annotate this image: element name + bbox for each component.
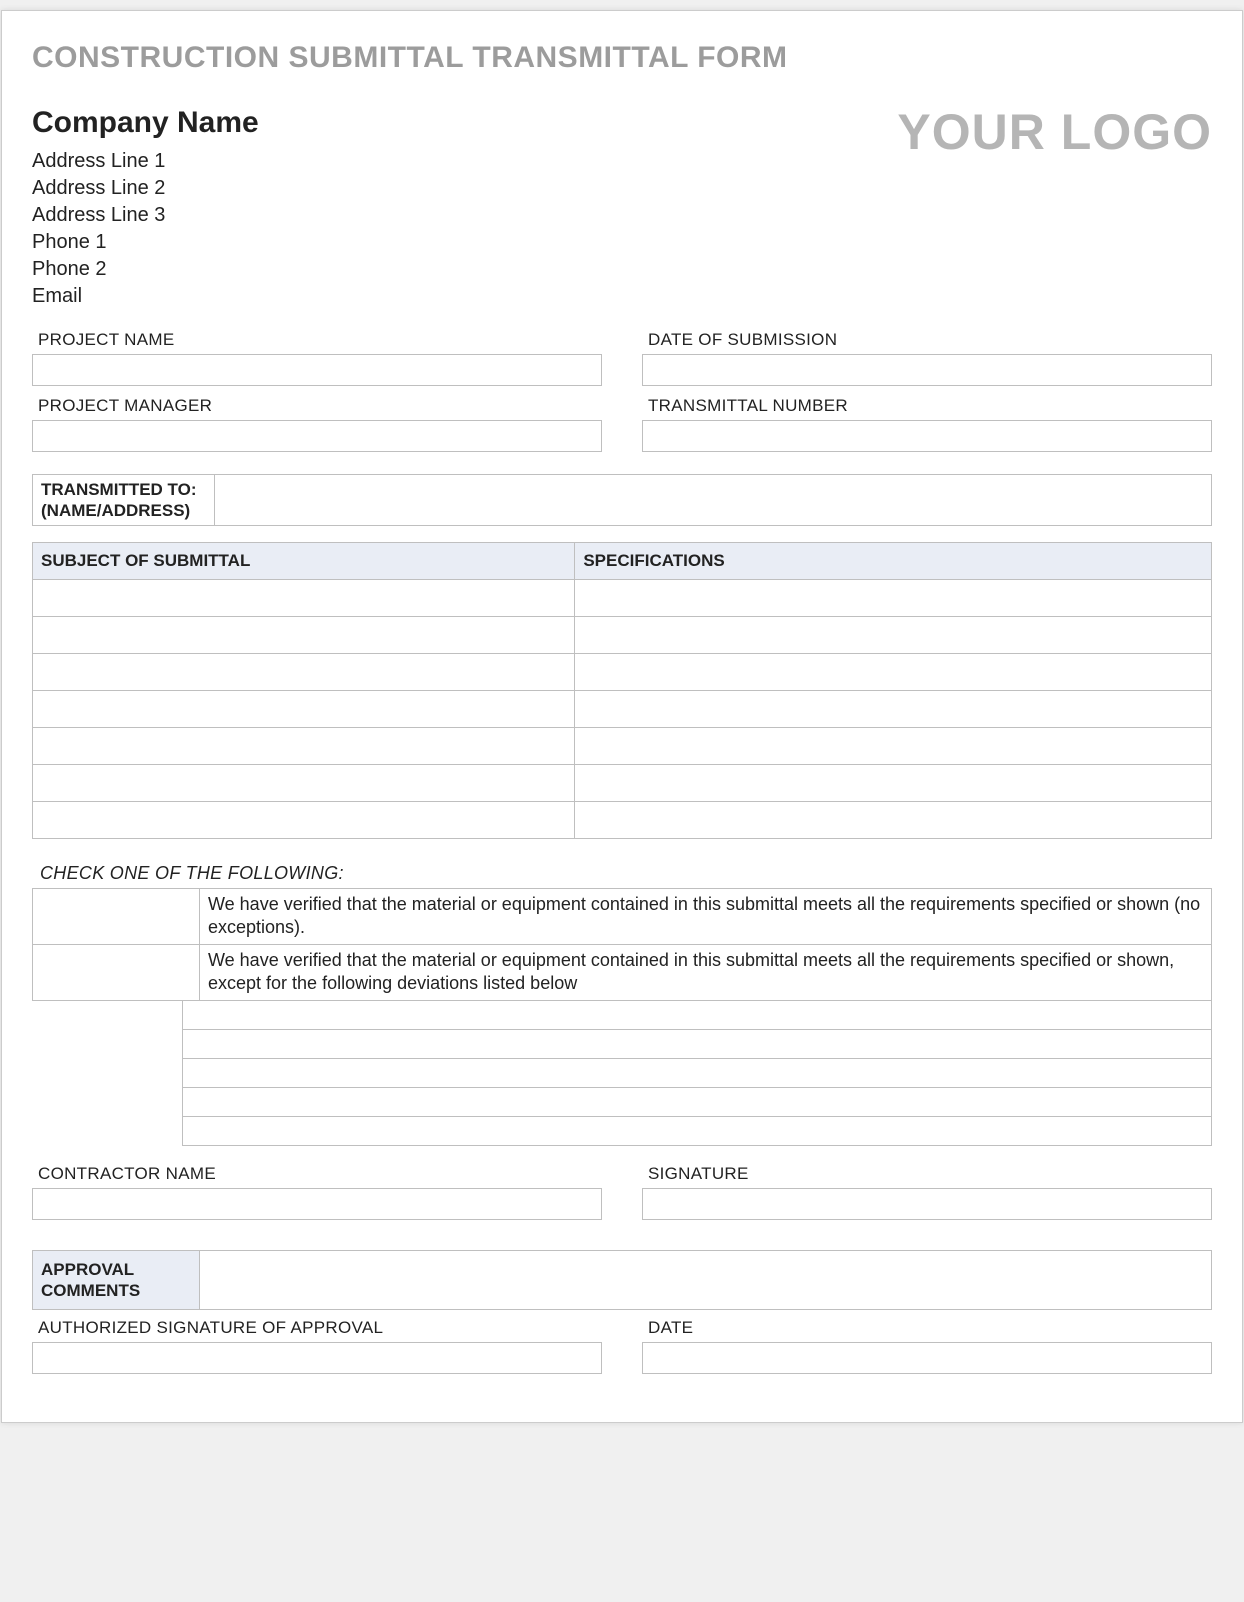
table-row bbox=[33, 765, 1212, 802]
project-name-label: PROJECT NAME bbox=[32, 328, 602, 354]
approval-comments-label: APPROVAL COMMENTS bbox=[32, 1250, 200, 1311]
deviation-line[interactable] bbox=[182, 1001, 1212, 1030]
check-option-2-box[interactable] bbox=[33, 944, 200, 1000]
subject-cell[interactable] bbox=[33, 728, 575, 765]
phone-2: Phone 2 bbox=[32, 256, 259, 283]
subject-cell[interactable] bbox=[33, 802, 575, 839]
deviation-line[interactable] bbox=[182, 1117, 1212, 1146]
table-row bbox=[33, 580, 1212, 617]
table-row bbox=[33, 654, 1212, 691]
check-title: CHECK ONE OF THE FOLLOWING: bbox=[40, 863, 1212, 884]
transmitted-to-input[interactable] bbox=[215, 475, 1211, 526]
table-row bbox=[33, 728, 1212, 765]
date-label: DATE bbox=[642, 1316, 1212, 1342]
contractor-name-input[interactable] bbox=[32, 1188, 602, 1220]
check-option-2-text: We have verified that the material or eq… bbox=[200, 944, 1212, 1000]
contractor-name-label: CONTRACTOR NAME bbox=[32, 1162, 602, 1188]
row-contractor-signature: CONTRACTOR NAME SIGNATURE bbox=[32, 1162, 1212, 1228]
table-row bbox=[33, 691, 1212, 728]
submittal-table: SUBJECT OF SUBMITTAL SPECIFICATIONS bbox=[32, 542, 1212, 839]
deviation-lines bbox=[182, 1001, 1212, 1146]
signature-input[interactable] bbox=[642, 1188, 1212, 1220]
check-table: We have verified that the material or eq… bbox=[32, 888, 1212, 1001]
address-line-3: Address Line 3 bbox=[32, 202, 259, 229]
specs-cell[interactable] bbox=[575, 802, 1212, 839]
subject-cell[interactable] bbox=[33, 654, 575, 691]
transmittal-number-label: TRANSMITTAL NUMBER bbox=[642, 394, 1212, 420]
logo-placeholder: YOUR LOGO bbox=[897, 103, 1212, 161]
deviation-line[interactable] bbox=[182, 1030, 1212, 1059]
table-row bbox=[33, 802, 1212, 839]
subject-header: SUBJECT OF SUBMITTAL bbox=[33, 543, 575, 580]
subject-cell[interactable] bbox=[33, 580, 575, 617]
specs-cell[interactable] bbox=[575, 765, 1212, 802]
header: Company Name Address Line 1 Address Line… bbox=[32, 103, 1212, 310]
approval-bar: APPROVAL COMMENTS bbox=[32, 1250, 1212, 1311]
check-option-1-box[interactable] bbox=[33, 889, 200, 945]
row-project-date: PROJECT NAME DATE OF SUBMISSION bbox=[32, 328, 1212, 394]
specs-cell[interactable] bbox=[575, 580, 1212, 617]
form-title: CONSTRUCTION SUBMITTAL TRANSMITTAL FORM bbox=[32, 41, 1212, 75]
row-manager-transmittal: PROJECT MANAGER TRANSMITTAL NUMBER bbox=[32, 394, 1212, 460]
subject-cell[interactable] bbox=[33, 765, 575, 802]
specs-cell[interactable] bbox=[575, 654, 1212, 691]
transmitted-to-label: TRANSMITTED TO: (NAME/ADDRESS) bbox=[33, 475, 215, 526]
date-submission-input[interactable] bbox=[642, 354, 1212, 386]
row-authsig-date: AUTHORIZED SIGNATURE OF APPROVAL DATE bbox=[32, 1316, 1212, 1382]
table-row bbox=[33, 617, 1212, 654]
specs-cell[interactable] bbox=[575, 617, 1212, 654]
email: Email bbox=[32, 283, 259, 310]
transmitted-to-row: TRANSMITTED TO: (NAME/ADDRESS) bbox=[32, 474, 1212, 527]
project-manager-label: PROJECT MANAGER bbox=[32, 394, 602, 420]
signature-label: SIGNATURE bbox=[642, 1162, 1212, 1188]
transmittal-number-input[interactable] bbox=[642, 420, 1212, 452]
check-option-1-text: We have verified that the material or eq… bbox=[200, 889, 1212, 945]
approval-comments-input[interactable] bbox=[200, 1250, 1212, 1311]
project-name-input[interactable] bbox=[32, 354, 602, 386]
specs-cell[interactable] bbox=[575, 728, 1212, 765]
deviation-line[interactable] bbox=[182, 1059, 1212, 1088]
company-block: Company Name Address Line 1 Address Line… bbox=[32, 103, 259, 310]
specs-cell[interactable] bbox=[575, 691, 1212, 728]
subject-cell[interactable] bbox=[33, 691, 575, 728]
phone-1: Phone 1 bbox=[32, 229, 259, 256]
form-page: CONSTRUCTION SUBMITTAL TRANSMITTAL FORM … bbox=[1, 10, 1243, 1423]
company-name: Company Name bbox=[32, 103, 259, 144]
project-manager-input[interactable] bbox=[32, 420, 602, 452]
address-line-2: Address Line 2 bbox=[32, 175, 259, 202]
authorized-signature-label: AUTHORIZED SIGNATURE OF APPROVAL bbox=[32, 1316, 602, 1342]
authorized-signature-input[interactable] bbox=[32, 1342, 602, 1374]
deviation-line[interactable] bbox=[182, 1088, 1212, 1117]
subject-cell[interactable] bbox=[33, 617, 575, 654]
date-submission-label: DATE OF SUBMISSION bbox=[642, 328, 1212, 354]
date-input[interactable] bbox=[642, 1342, 1212, 1374]
address-line-1: Address Line 1 bbox=[32, 148, 259, 175]
specifications-header: SPECIFICATIONS bbox=[575, 543, 1212, 580]
